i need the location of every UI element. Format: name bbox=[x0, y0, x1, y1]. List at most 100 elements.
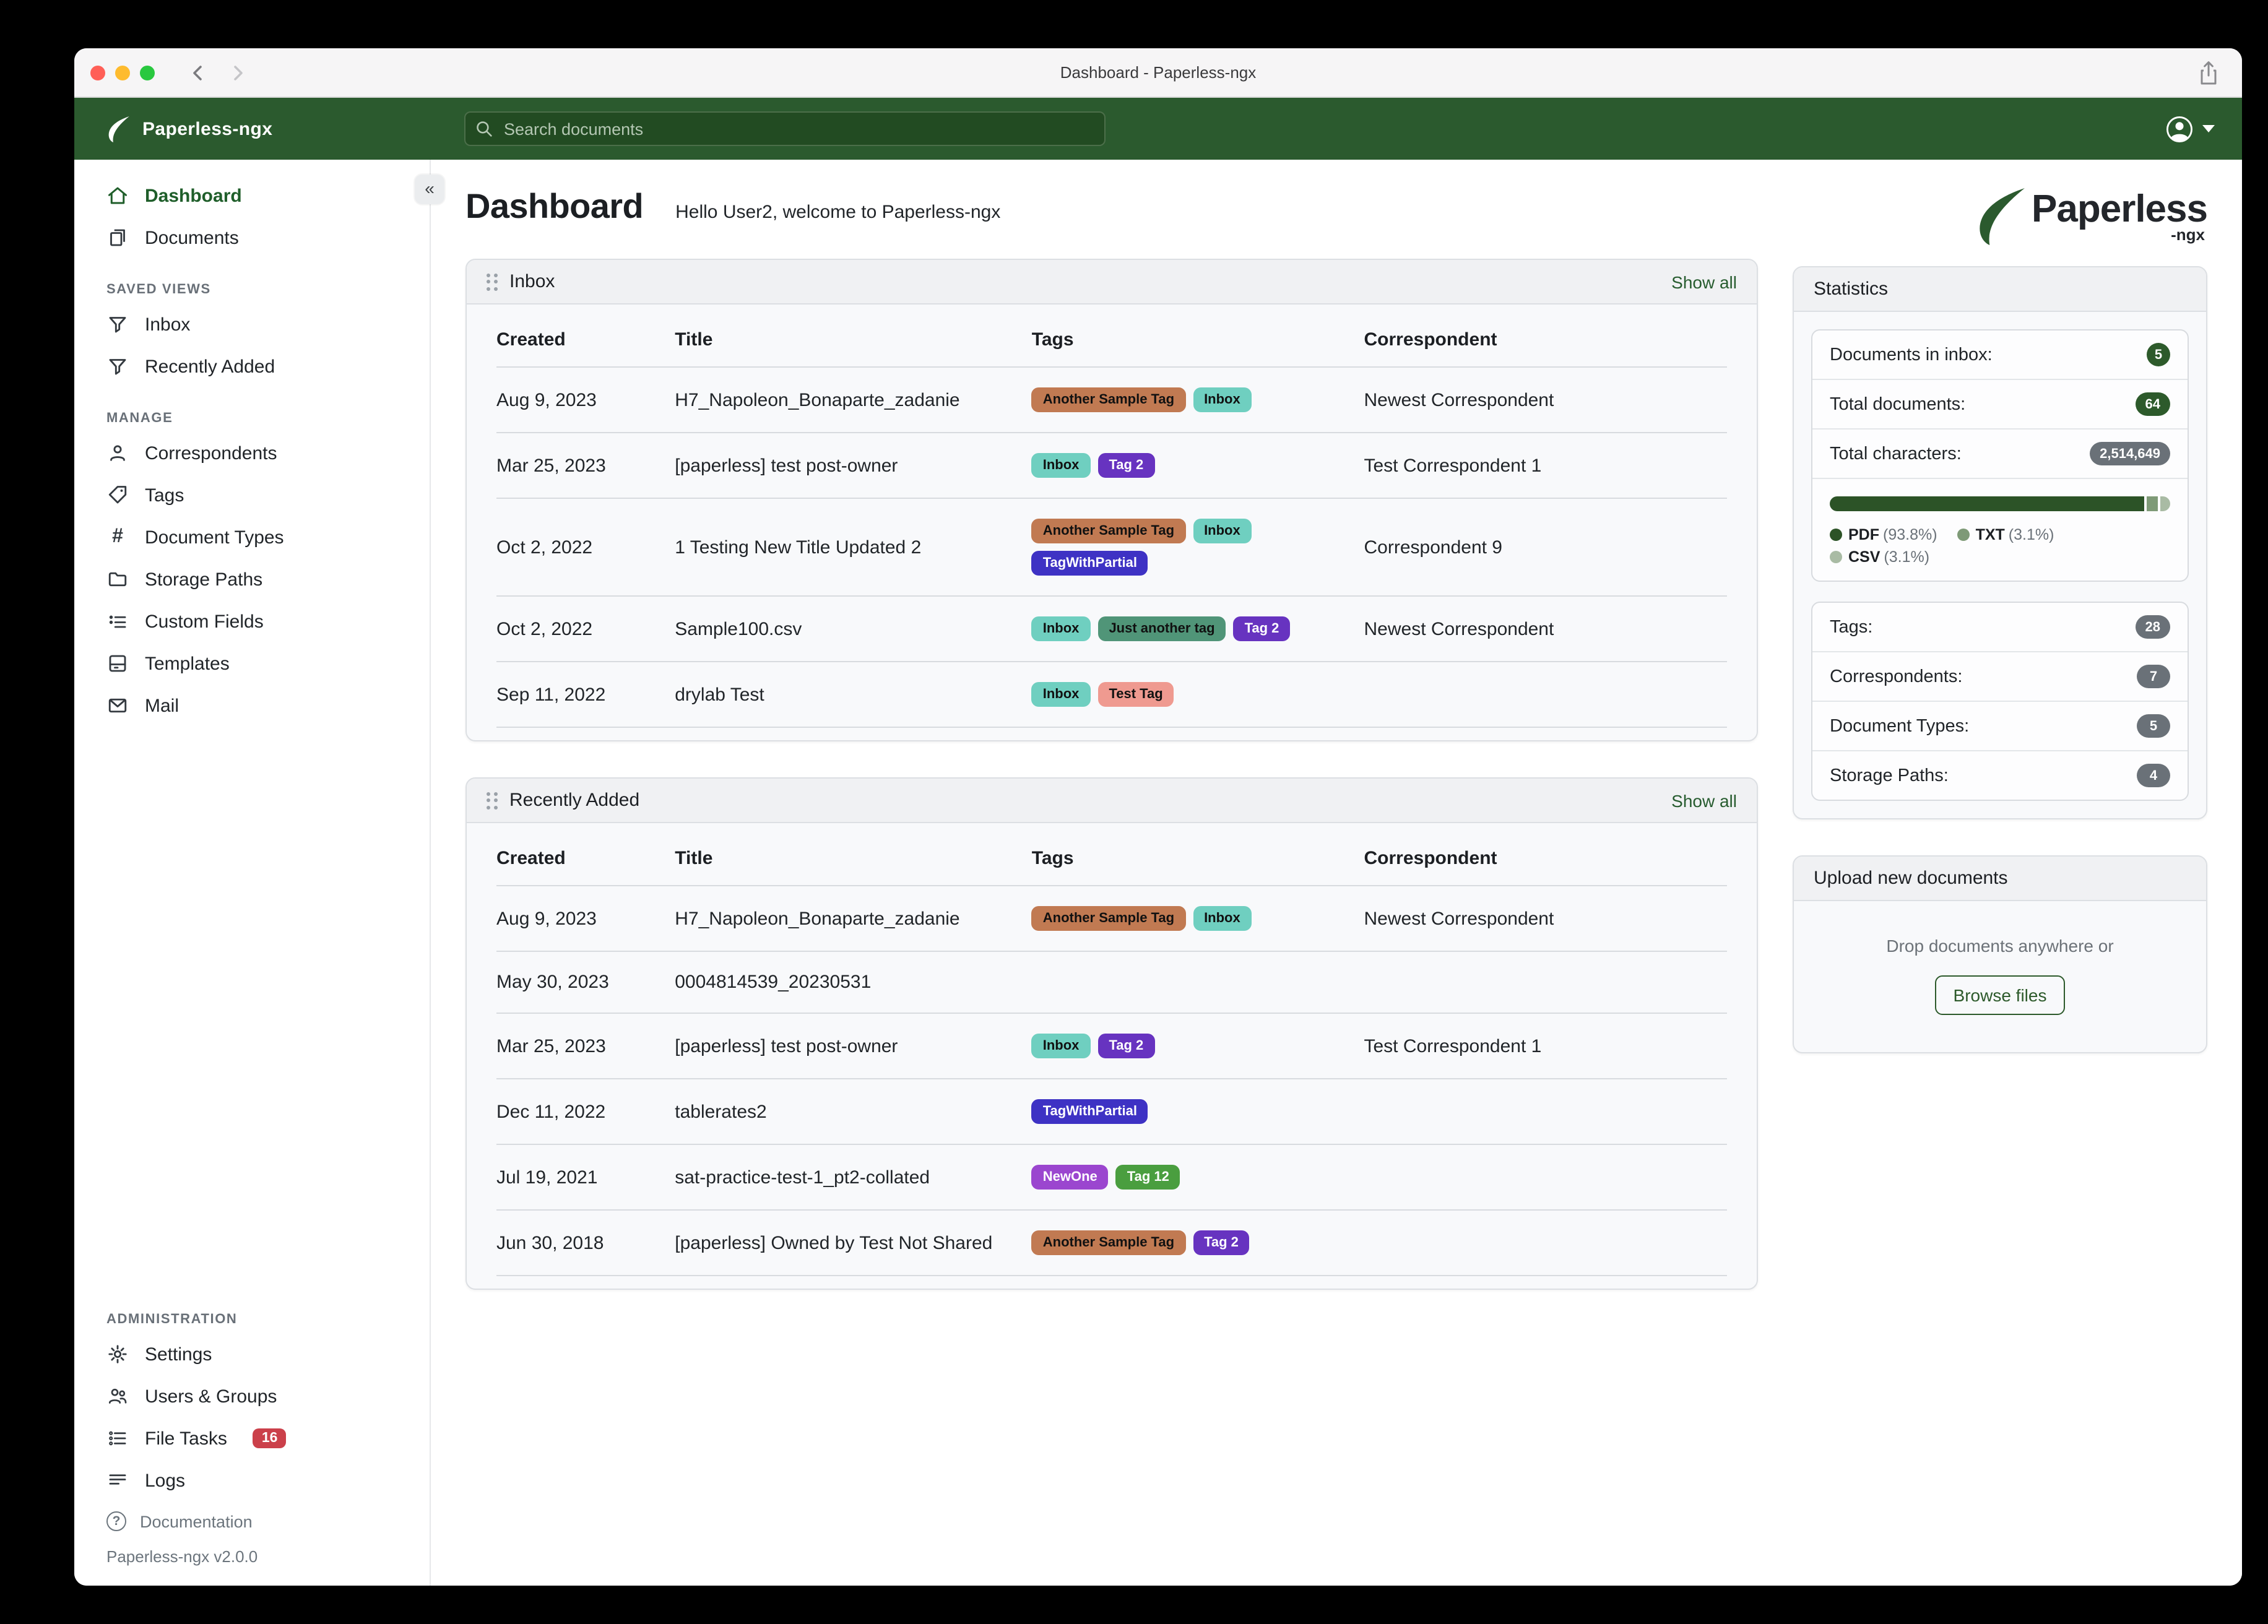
file-type-bar-segment bbox=[2160, 496, 2170, 511]
tag-pill[interactable]: Inbox bbox=[1193, 519, 1252, 543]
drag-handle-icon[interactable] bbox=[487, 273, 497, 290]
document-row[interactable]: Jul 19, 2021 sat-practice-test-1_pt2-coll… bbox=[496, 1144, 1727, 1211]
file-type-chart: PDF (93.8%) TXT (3.1%) CSV (3.1%) bbox=[1812, 478, 2188, 581]
show-all-link[interactable]: Show all bbox=[1671, 790, 1737, 810]
document-row[interactable]: Sep 11, 2022 drylab Test Inbox Test Tag bbox=[496, 662, 1727, 728]
close-window-button[interactable] bbox=[90, 65, 105, 80]
document-row[interactable]: Mar 25, 2023 [paperless] test post-owner I… bbox=[496, 433, 1727, 499]
sidebar-item-mail[interactable]: Mail bbox=[74, 685, 430, 727]
tag-pill[interactable]: Test Tag bbox=[1097, 682, 1174, 707]
sidebar-item-documentation[interactable]: ? Documentation bbox=[74, 1501, 430, 1541]
sidebar-item-documents[interactable]: Documents bbox=[74, 217, 430, 259]
stat-row[interactable]: Total characters: 2,514,649 bbox=[1812, 428, 2188, 478]
tag-pill[interactable]: Inbox bbox=[1193, 906, 1252, 931]
statistics-widget: Statistics Documents in inbox: 5 Total doc… bbox=[1793, 266, 2207, 819]
tag-pill[interactable]: TagWithPartial bbox=[1031, 551, 1148, 576]
mail-icon bbox=[106, 694, 129, 717]
tag-pill[interactable]: NewOne bbox=[1031, 1165, 1109, 1190]
inbox-widget: Inbox Show all Created Title Tags Corres… bbox=[465, 259, 1758, 741]
sidebar-item-label: Documentation bbox=[140, 1512, 253, 1531]
column-header-correspondent: Correspondent bbox=[1364, 312, 1727, 368]
document-correspondent bbox=[1364, 1210, 1727, 1276]
stat-row[interactable]: Document Types: 5 bbox=[1812, 701, 2188, 750]
widget-title: Statistics bbox=[1814, 279, 1889, 300]
document-row[interactable]: Jun 30, 2018 [paperless] Owned by Test No… bbox=[496, 1210, 1727, 1276]
stat-row[interactable]: Tags: 28 bbox=[1812, 603, 2188, 651]
user-menu[interactable] bbox=[2165, 114, 2215, 143]
tag-pill[interactable]: TagWithPartial bbox=[1031, 1099, 1148, 1124]
tag-pill[interactable]: Another Sample Tag bbox=[1031, 906, 1186, 931]
upload-drop-zone[interactable]: Drop documents anywhere or Browse files bbox=[1794, 901, 2206, 1052]
document-title: H7_Napoleon_Bonaparte_zadanie bbox=[675, 367, 1032, 433]
document-tags: Another Sample Tag Inbox TagWithPartial bbox=[1031, 498, 1364, 597]
sidebar-item-storage-paths[interactable]: Storage Paths bbox=[74, 558, 430, 600]
document-tags: Another Sample Tag Inbox bbox=[1031, 367, 1364, 433]
sidebar-item-inbox[interactable]: Inbox bbox=[74, 303, 430, 345]
sidebar-item-dashboard[interactable]: Dashboard bbox=[74, 175, 430, 217]
document-row[interactable]: Dec 11, 2022 tablerates2 TagWithPartial bbox=[496, 1079, 1727, 1145]
tag-pill[interactable]: Inbox bbox=[1031, 453, 1091, 478]
document-title: 0004814539_20230531 bbox=[675, 951, 1032, 1014]
document-created: Aug 9, 2023 bbox=[496, 367, 675, 433]
stat-label: Document Types: bbox=[1830, 716, 1970, 736]
tag-pill[interactable]: Tag 2 bbox=[1193, 1230, 1250, 1255]
sidebar-item-document-types[interactable]: # Document Types bbox=[74, 516, 430, 558]
back-icon[interactable] bbox=[189, 64, 207, 81]
sidebar-item-label: Logs bbox=[145, 1470, 186, 1491]
tag-pill[interactable]: Another Sample Tag bbox=[1031, 387, 1186, 412]
main-content: Dashboard Hello User2, welcome to Paperl… bbox=[431, 160, 2242, 1586]
search-icon bbox=[477, 121, 492, 137]
sidebar-item-settings[interactable]: Settings bbox=[74, 1333, 430, 1375]
tag-pill[interactable]: Tag 2 bbox=[1097, 453, 1155, 478]
minimize-window-button[interactable] bbox=[115, 65, 130, 80]
search-bar bbox=[464, 111, 1106, 146]
sidebar-collapse-button[interactable]: « bbox=[415, 175, 444, 204]
chevron-down-icon bbox=[2202, 125, 2215, 132]
tag-pill[interactable]: Another Sample Tag bbox=[1031, 1230, 1186, 1255]
sidebar-item-recently-added[interactable]: Recently Added bbox=[74, 345, 430, 387]
show-all-link[interactable]: Show all bbox=[1671, 272, 1737, 292]
forward-icon[interactable] bbox=[229, 64, 246, 81]
widget-title: Recently Added bbox=[509, 790, 640, 811]
tag-pill[interactable]: Inbox bbox=[1031, 1034, 1091, 1058]
document-row[interactable]: May 30, 2023 0004814539_20230531 bbox=[496, 951, 1727, 1014]
share-icon[interactable] bbox=[2197, 61, 2220, 85]
sidebar-item-correspondents[interactable]: Correspondents bbox=[74, 432, 430, 474]
drag-handle-icon[interactable] bbox=[487, 792, 497, 809]
sidebar-item-custom-fields[interactable]: Custom Fields bbox=[74, 600, 430, 642]
tag-pill[interactable]: Inbox bbox=[1193, 387, 1252, 412]
zoom-window-button[interactable] bbox=[140, 65, 155, 80]
tag-pill[interactable]: Tag 2 bbox=[1233, 616, 1291, 641]
tag-pill[interactable]: Inbox bbox=[1031, 616, 1091, 641]
brand[interactable]: Paperless-ngx bbox=[105, 114, 272, 143]
tag-pill[interactable]: Another Sample Tag bbox=[1031, 519, 1186, 543]
document-correspondent: Test Correspondent 1 bbox=[1364, 433, 1727, 499]
tag-pill[interactable]: Tag 12 bbox=[1115, 1165, 1180, 1190]
stat-row[interactable]: Correspondents: 7 bbox=[1812, 651, 2188, 701]
sidebar-item-users-groups[interactable]: Users & Groups bbox=[74, 1375, 430, 1417]
sidebar-item-logs[interactable]: Logs bbox=[74, 1459, 430, 1501]
document-row[interactable]: Aug 9, 2023 H7_Napoleon_Bonaparte_zadanie… bbox=[496, 886, 1727, 952]
document-row[interactable]: Aug 9, 2023 H7_Napoleon_Bonaparte_zadanie… bbox=[496, 367, 1727, 433]
tag-pill[interactable]: Inbox bbox=[1031, 682, 1091, 707]
widget-title: Inbox bbox=[509, 271, 555, 292]
home-icon bbox=[106, 184, 129, 207]
document-created: Jul 19, 2021 bbox=[496, 1144, 675, 1211]
sidebar-item-file-tasks[interactable]: File Tasks 16 bbox=[74, 1417, 430, 1459]
browse-files-button[interactable]: Browse files bbox=[1934, 975, 2066, 1015]
document-created: Oct 2, 2022 bbox=[496, 498, 675, 597]
legend-item: TXT (3.1%) bbox=[1957, 526, 2054, 543]
custom-fields-icon bbox=[106, 610, 129, 633]
search-input[interactable] bbox=[501, 118, 1094, 139]
stat-row[interactable]: Storage Paths: 4 bbox=[1812, 750, 2188, 800]
document-row[interactable]: Oct 2, 2022 Sample100.csv Inbox Just anothe… bbox=[496, 596, 1727, 662]
document-row[interactable]: Mar 25, 2023 [paperless] test post-owner I… bbox=[496, 1013, 1727, 1079]
sidebar-item-label: Mail bbox=[145, 695, 180, 716]
tag-pill[interactable]: Tag 2 bbox=[1097, 1034, 1155, 1058]
tag-pill[interactable]: Just another tag bbox=[1097, 616, 1226, 641]
stat-row[interactable]: Documents in inbox: 5 bbox=[1812, 330, 2188, 379]
sidebar-item-templates[interactable]: Templates bbox=[74, 642, 430, 685]
sidebar-item-tags[interactable]: Tags bbox=[74, 474, 430, 516]
document-row[interactable]: Oct 2, 2022 1 Testing New Title Updated 2… bbox=[496, 498, 1727, 597]
stat-row[interactable]: Total documents: 64 bbox=[1812, 379, 2188, 428]
